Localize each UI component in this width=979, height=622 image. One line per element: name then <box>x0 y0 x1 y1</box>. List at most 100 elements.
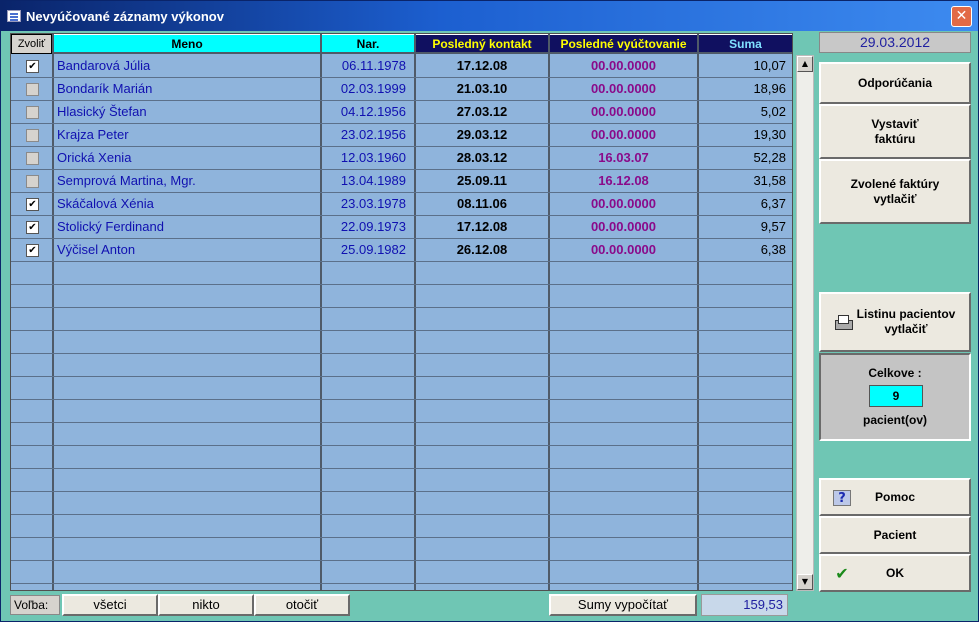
table-row[interactable]: Bondarík Marián 02.03.1999 21.03.10 00.00.0… <box>11 78 792 101</box>
birth-date: 25.09.1982 <box>340 242 406 257</box>
empty-table-row[interactable] <box>11 285 792 308</box>
table-row[interactable]: ✔ Bandarová Júlia 06.11.1978 17.12.08 00.00.… <box>11 55 792 78</box>
select-cell[interactable] <box>11 147 52 169</box>
row-select-checkbox[interactable] <box>26 175 39 188</box>
print-patient-list-button[interactable]: Listinu pacientov vytlačiť <box>819 292 971 352</box>
select-cell[interactable] <box>11 170 52 192</box>
row-select-checkbox[interactable] <box>26 129 39 142</box>
empty-table-row[interactable] <box>11 492 792 515</box>
recommendations-button[interactable]: Odporúčania <box>819 62 971 104</box>
patient-name: Bandarová Júlia <box>57 58 151 73</box>
row-select-checkbox[interactable]: ✔ <box>26 221 39 234</box>
birth-date: 22.09.1973 <box>340 219 406 234</box>
invert-selection-button[interactable]: otočiť <box>254 594 350 616</box>
table-row[interactable]: ✔ Skáčalová Xénia 23.03.1978 08.11.06 00.00.… <box>11 193 792 216</box>
header-last-billing[interactable]: Posledné vyúčtovanie <box>550 34 697 54</box>
patient-button[interactable]: Pacient <box>819 516 971 554</box>
recommendations-label: Odporúčania <box>857 75 932 90</box>
table-row[interactable]: Hlasický Štefan 04.12.1956 27.03.12 00.00.0… <box>11 101 792 124</box>
select-cell[interactable]: ✔ <box>11 193 52 215</box>
birth-date: 06.11.1978 <box>341 58 406 73</box>
patient-name: Bondarík Marián <box>57 81 153 96</box>
table-row[interactable]: Krajza Peter 23.02.1956 29.03.12 00.00.0000… <box>11 124 792 147</box>
table-row[interactable]: Semprová Martina, Mgr. 13.04.1989 25.09.11… <box>11 170 792 193</box>
select-none-button[interactable]: nikto <box>158 594 254 616</box>
compute-sums-button[interactable]: Sumy vypočítať <box>549 594 697 616</box>
selection-label: Voľba: <box>10 595 60 615</box>
last-billing-date: 00.00.0000 <box>590 127 657 142</box>
empty-table-row[interactable] <box>11 561 792 584</box>
last-contact-date: 21.03.10 <box>456 81 508 96</box>
empty-table-row[interactable] <box>11 423 792 446</box>
header-last-contact[interactable]: Posledný kontakt <box>416 34 548 54</box>
select-cell[interactable] <box>11 124 52 146</box>
row-select-checkbox[interactable] <box>26 106 39 119</box>
row-sum: 9,57 <box>760 219 786 234</box>
table-row[interactable]: Orická Xenia 12.03.1960 28.03.12 16.03.07 52… <box>11 147 792 170</box>
window-title: Nevyúčované záznamy výkonov <box>26 9 224 24</box>
empty-table-row[interactable] <box>11 469 792 492</box>
empty-table-row[interactable] <box>11 377 792 400</box>
select-all-button[interactable]: všetci <box>62 594 158 616</box>
scroll-down-icon[interactable]: ▼ <box>797 574 813 590</box>
empty-table-row[interactable] <box>11 308 792 331</box>
select-cell[interactable]: ✔ <box>11 239 52 261</box>
row-sum: 18,96 <box>753 81 786 96</box>
empty-table-row[interactable] <box>11 400 792 423</box>
last-contact-date: 27.03.12 <box>456 104 508 119</box>
birth-date: 12.03.1960 <box>340 150 406 165</box>
last-contact-date: 08.11.06 <box>457 196 507 211</box>
help-button[interactable]: ? Pomoc <box>819 478 971 516</box>
vertical-scrollbar[interactable]: ▲ ▼ <box>796 55 814 591</box>
ok-button[interactable]: ✔ OK <box>819 554 971 592</box>
row-select-checkbox[interactable]: ✔ <box>26 198 39 211</box>
header-select[interactable]: Zvoliť <box>11 34 52 54</box>
row-sum: 6,37 <box>760 196 786 211</box>
row-select-checkbox[interactable]: ✔ <box>26 244 39 257</box>
row-select-checkbox[interactable] <box>26 152 39 165</box>
total-unit: pacient(ov) <box>862 413 927 427</box>
row-sum: 52,28 <box>753 150 786 165</box>
patient-label: Pacient <box>873 527 917 542</box>
empty-table-row[interactable] <box>11 354 792 377</box>
last-billing-date: 00.00.0000 <box>590 81 657 96</box>
patient-name: Orická Xenia <box>57 150 132 165</box>
empty-table-row[interactable] <box>11 262 792 285</box>
close-icon[interactable]: ✕ <box>951 6 972 27</box>
birth-date: 04.12.1956 <box>340 104 406 119</box>
row-sum: 19,30 <box>753 127 786 142</box>
header-name[interactable]: Meno <box>54 34 320 54</box>
last-billing-date: 16.03.07 <box>598 150 649 165</box>
row-sum: 31,58 <box>753 173 786 188</box>
header-sum[interactable]: Suma <box>699 34 792 54</box>
birth-date: 23.02.1956 <box>340 127 406 142</box>
empty-table-row[interactable] <box>11 446 792 469</box>
total-panel: Celkove : 9 pacient(ov) <box>819 353 971 441</box>
empty-table-row[interactable] <box>11 331 792 354</box>
empty-table-row[interactable] <box>11 538 792 561</box>
scroll-up-icon[interactable]: ▲ <box>797 56 813 72</box>
select-cell[interactable]: ✔ <box>11 216 52 238</box>
row-select-checkbox[interactable]: ✔ <box>26 60 39 73</box>
header-dob[interactable]: Nar. <box>322 34 414 54</box>
table-row[interactable]: ✔ Stolický Ferdinand 22.09.1973 17.12.08 00.… <box>11 216 792 239</box>
total-label: Celkove : <box>868 366 922 380</box>
last-contact-date: 26.12.08 <box>456 242 508 257</box>
table-row[interactable]: ✔ Výčisel Anton 25.09.1982 26.12.08 00.00.00… <box>11 239 792 262</box>
issue-invoice-button[interactable]: Vystaviť faktúru <box>819 104 971 159</box>
last-billing-date: 16.12.08 <box>598 173 649 188</box>
birth-date: 23.03.1978 <box>340 196 406 211</box>
row-select-checkbox[interactable] <box>26 83 39 96</box>
print-selected-invoices-button[interactable]: Zvolené faktúry vytlačiť <box>819 159 971 224</box>
printer-icon <box>834 315 853 330</box>
last-billing-date: 00.00.0000 <box>590 242 657 257</box>
empty-table-row[interactable] <box>11 515 792 538</box>
select-cell[interactable] <box>11 78 52 100</box>
select-cell[interactable]: ✔ <box>11 55 52 77</box>
form-icon <box>7 10 21 22</box>
total-count: 9 <box>869 385 923 407</box>
print-selected-invoices-label: Zvolené faktúry vytlačiť <box>850 176 940 206</box>
row-sum: 6,38 <box>760 242 786 257</box>
select-cell[interactable] <box>11 101 52 123</box>
last-contact-date: 17.12.08 <box>456 58 508 73</box>
